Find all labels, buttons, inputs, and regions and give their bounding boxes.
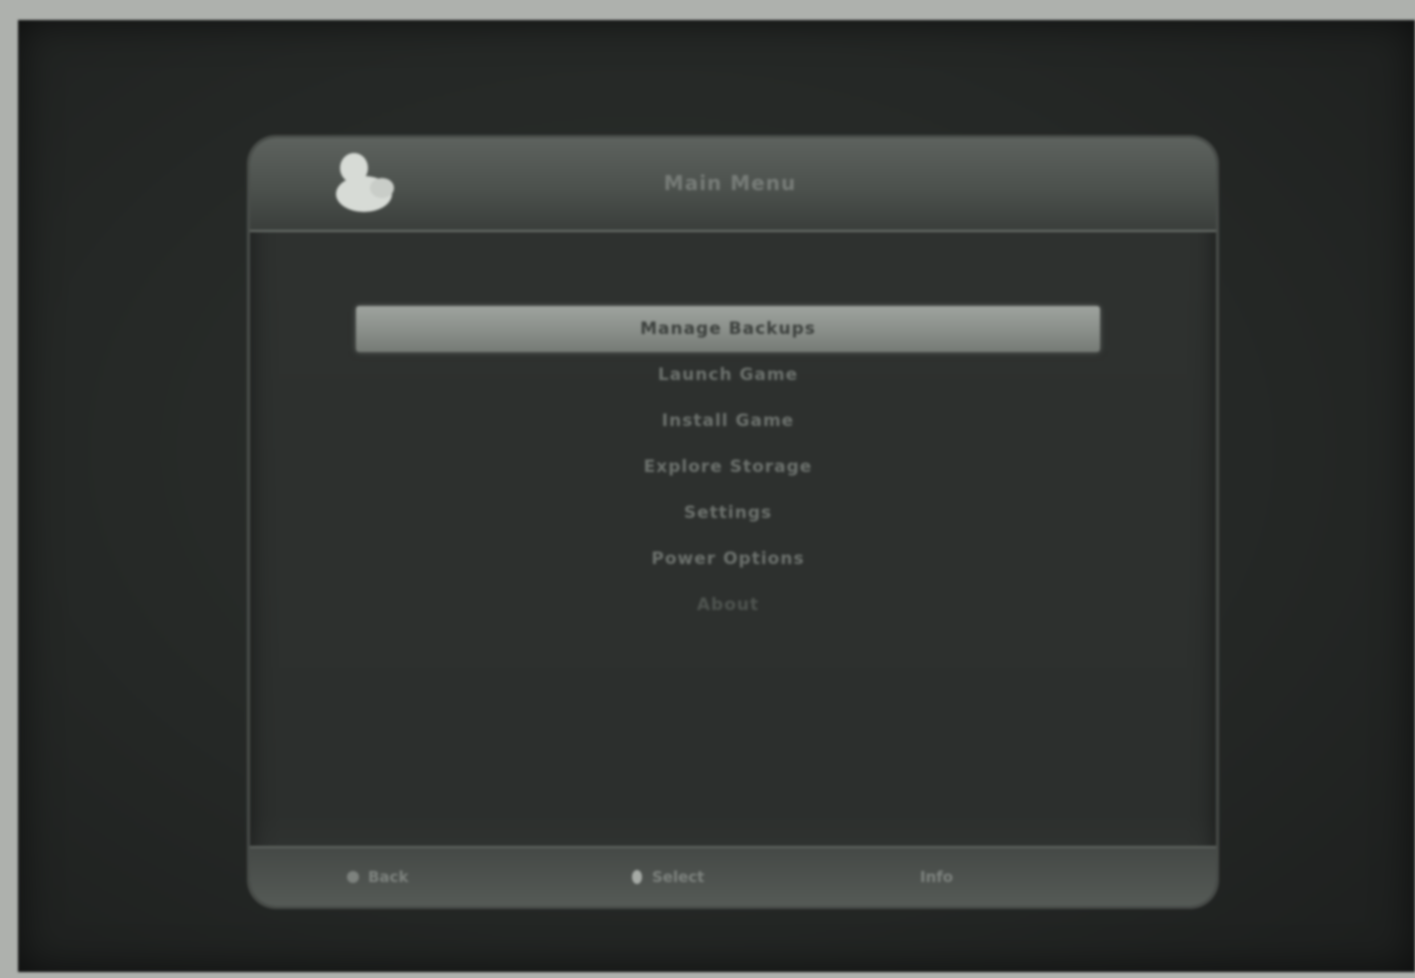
menu-item-manage-backups[interactable]: Manage Backups [356,306,1100,352]
menu-item-about[interactable]: About [356,582,1100,628]
footer-back-hint[interactable]: Back [346,866,408,888]
menu-item-install-game[interactable]: Install Game [356,398,1100,444]
footer-back-label: Back [368,868,409,886]
select-button-icon [632,870,642,884]
footer-info-label: Info [920,868,954,886]
menu-window: Main Menu Manage Backups Launch Game Ins… [250,138,1216,906]
footer-select-label: Select [652,868,705,886]
footer-select-hint[interactable]: Select [630,866,704,888]
footer-info-hint[interactable]: Info [920,866,953,888]
photo-frame: Main Menu Manage Backups Launch Game Ins… [0,0,1415,978]
tv-screen: Main Menu Manage Backups Launch Game Ins… [18,20,1415,972]
duck-logo-icon [336,153,394,212]
back-button-icon [347,871,359,883]
menu-item-explore-storage[interactable]: Explore Storage [356,444,1100,490]
page-title: Main Menu [663,171,797,195]
main-menu: Manage Backups Launch Game Install Game … [356,306,1100,628]
menu-item-launch-game[interactable]: Launch Game [356,352,1100,398]
header-bar: Main Menu [250,138,1216,232]
menu-item-power-options[interactable]: Power Options [356,536,1100,582]
footer-bar: Back Select Info [250,846,1216,906]
menu-item-settings[interactable]: Settings [356,490,1100,536]
